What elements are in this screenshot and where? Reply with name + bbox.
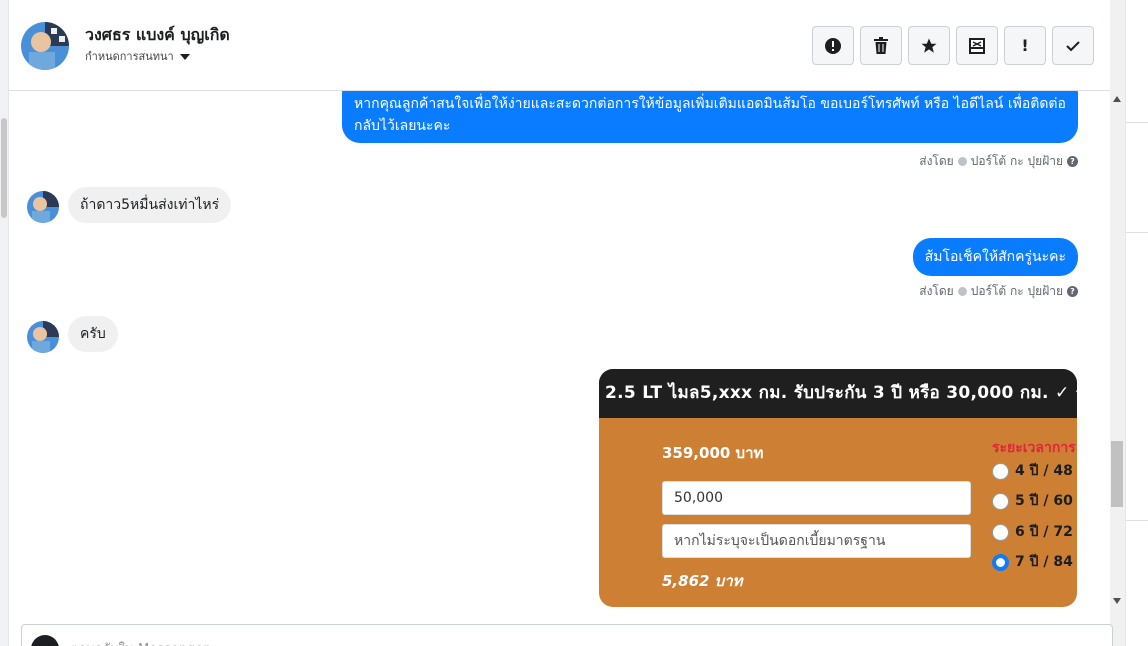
header-actions: ! — [812, 26, 1094, 65]
sent-by-label: ส่งโดย ปอร์โต้ กะ ปุยฝ้าย ? — [919, 152, 1078, 171]
side-panel-edge — [1125, 0, 1148, 646]
term-option-label: 5 ปี / 60 — [1015, 493, 1073, 509]
star-icon — [921, 38, 937, 53]
car-price: 359,000 บาท — [662, 444, 764, 462]
contact-name[interactable]: วงศธร แบงค์ บุญเกิด — [85, 23, 230, 48]
thread-scrollbar[interactable] — [1110, 0, 1125, 646]
radio-icon — [992, 523, 1009, 541]
radio-icon — [992, 492, 1009, 510]
archive-button[interactable] — [956, 26, 998, 65]
outgoing-message[interactable]: หากคุณลูกค้าสนใจเพื่อให้ง่ายและสะดวกต่อก… — [342, 91, 1078, 143]
contact-avatar-small[interactable] — [27, 191, 59, 223]
incoming-message[interactable]: ครับ — [68, 316, 118, 352]
trash-icon — [874, 36, 888, 54]
radio-icon — [992, 462, 1009, 480]
contact-avatar-small[interactable] — [27, 321, 59, 353]
left-scroll-thumb[interactable] — [1, 118, 7, 218]
down-payment-field: 50,000 — [662, 481, 971, 515]
term-option-label: 6 ปี / 72 — [1015, 524, 1073, 540]
outgoing-message[interactable]: ส้มโอเช็คให้สักครู่นะคะ — [912, 238, 1078, 276]
term-option: 6 ปี / 72 — [992, 521, 1073, 543]
delete-button[interactable] — [860, 26, 902, 65]
page-avatar — [31, 635, 59, 646]
image-banner-text: 2.5 LT ไมล5,xxx กม. รับประกัน 3 ปี หรือ … — [599, 369, 1077, 418]
scroll-down-arrow-icon[interactable] — [1113, 598, 1121, 604]
term-option: 5 ปี / 60 — [992, 490, 1073, 512]
message-thread[interactable]: หากคุณลูกค้าสนใจเพื่อให้ง่ายและสะดวกต่อก… — [9, 91, 1110, 616]
sent-status-icon — [957, 287, 967, 296]
sent-by-name: ปอร์โต้ กะ ปุยฝ้าย — [970, 154, 1063, 168]
sent-by-label: ส่งโดย ปอร์โต้ กะ ปุยฝ้าย ? — [919, 282, 1078, 301]
interest-field: หากไม่ระบุจะเป็นดอกเบี้ยมาตรฐาน — [662, 524, 971, 558]
scroll-thumb[interactable] — [1111, 441, 1123, 507]
incoming-message[interactable]: ถ้าดาว5หมื่นส่งเท่าไหร่ — [68, 187, 232, 223]
sent-by-prefix: ส่งโดย — [919, 154, 954, 168]
divider — [1126, 232, 1148, 233]
exclamation-icon: ! — [1021, 36, 1029, 55]
caret-down-icon — [179, 54, 190, 60]
term-option-label: 4 ปี / 48 — [1015, 463, 1073, 479]
check-icon — [1066, 40, 1080, 51]
archive-icon — [969, 37, 985, 54]
mark-done-button[interactable] — [1052, 26, 1094, 65]
term-label: ระยะเวลาการ — [992, 440, 1076, 456]
reply-placeholder: ตอบกลับใน Messenger — [70, 638, 209, 646]
alert-circle-icon — [825, 37, 841, 54]
star-button[interactable] — [908, 26, 950, 65]
conversation-settings-label: กำหนดการสนทนา — [85, 50, 174, 63]
reply-composer[interactable]: ตอบกลับใน Messenger — [21, 624, 1113, 646]
help-icon[interactable]: ? — [1067, 286, 1078, 297]
left-scrollbar[interactable] — [0, 0, 9, 646]
term-option-label: 7 ปี / 84 — [1015, 554, 1073, 570]
divider — [1126, 520, 1148, 521]
term-option: 7 ปี / 84 — [992, 551, 1073, 573]
conversation-header: วงศธร แบงค์ บุญเกิด กำหนดการสนทนา ! — [9, 0, 1110, 91]
messenger-page: วงศธร แบงค์ บุญเกิด กำหนดการสนทนา ! หากค… — [0, 0, 1148, 646]
monthly-payment: 5,862 บาท — [662, 572, 743, 590]
sent-status-icon — [957, 157, 967, 166]
contact-avatar[interactable] — [21, 22, 69, 70]
conversation-settings-dropdown[interactable]: กำหนดการสนทนา — [85, 47, 190, 65]
mark-important-button[interactable]: ! — [1004, 26, 1046, 65]
term-option: 4 ปี / 48 — [992, 460, 1073, 482]
divider — [1126, 122, 1148, 123]
image-message[interactable]: 2.5 LT ไมล5,xxx กม. รับประกัน 3 ปี หรือ … — [599, 369, 1077, 607]
scroll-up-arrow-icon[interactable] — [1113, 96, 1121, 102]
mark-spam-button[interactable] — [812, 26, 854, 65]
radio-selected-icon — [992, 553, 1009, 571]
help-icon[interactable]: ? — [1067, 156, 1078, 167]
sent-by-prefix: ส่งโดย — [919, 284, 954, 298]
sent-by-name: ปอร์โต้ กะ ปุยฝ้าย — [970, 284, 1063, 298]
